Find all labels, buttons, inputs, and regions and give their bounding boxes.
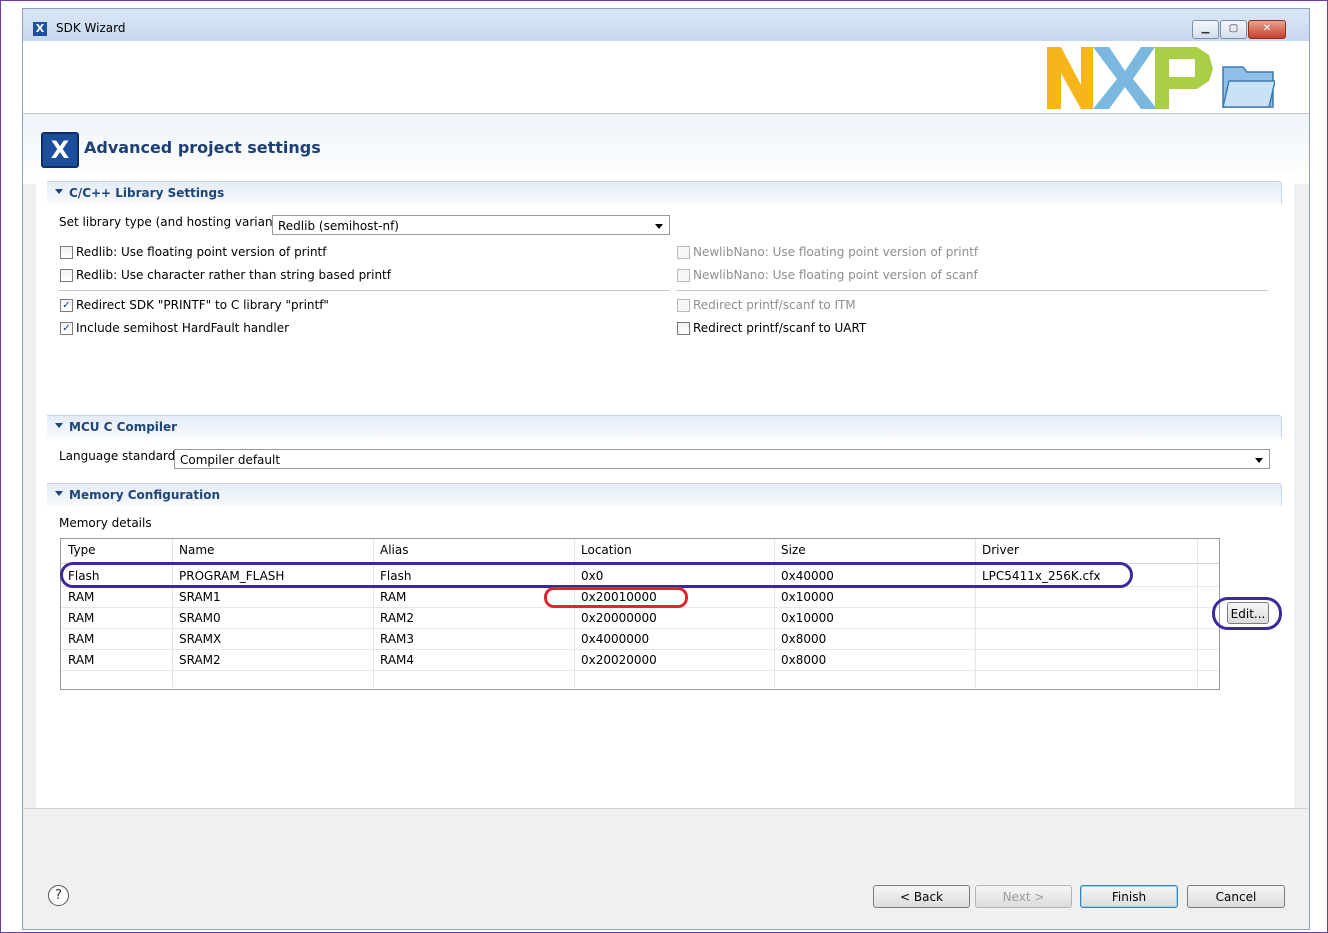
newlibnano-float-scanf-checkbox[interactable]: [677, 269, 690, 282]
memory-table: Type Name Alias Location Size Driver Fla…: [60, 538, 1220, 690]
library-type-select[interactable]: Redlib (semihost-nf): [272, 215, 670, 235]
column-header-name[interactable]: Name: [179, 543, 214, 557]
table-cell[interactable]: SRAM2: [179, 653, 221, 667]
redirect-itm-checkbox[interactable]: [677, 299, 690, 312]
library-section-header[interactable]: C/C++ Library Settings: [47, 181, 1282, 204]
redlib-char-printf-checkbox[interactable]: [60, 269, 73, 282]
separator: [59, 290, 669, 291]
table-cell[interactable]: 0x8000: [781, 653, 826, 667]
language-standard-select[interactable]: Compiler default: [174, 449, 1270, 469]
compiler-section-title: MCU C Compiler: [69, 420, 178, 434]
column-divider: [1197, 539, 1198, 687]
redirect-itm-label: Redirect printf/scanf to ITM: [693, 298, 856, 312]
table-cell[interactable]: RAM: [68, 590, 94, 604]
check-icon: ✓: [62, 300, 71, 311]
nxp-logo: [1047, 47, 1275, 109]
library-type-label: Set library type (and hosting variant): [59, 215, 282, 229]
table-cell[interactable]: RAM: [68, 632, 94, 646]
annotation-edit-button-highlight: [1212, 597, 1282, 630]
table-cell[interactable]: RAM: [68, 653, 94, 667]
window-title: SDK Wizard: [56, 21, 126, 35]
column-header-type[interactable]: Type: [68, 543, 96, 557]
column-header-driver[interactable]: Driver: [982, 543, 1019, 557]
close-button[interactable]: ✕: [1248, 20, 1286, 39]
redirect-uart-label: Redirect printf/scanf to UART: [693, 321, 867, 335]
memory-section-title: Memory Configuration: [69, 488, 221, 502]
app-icon: X: [33, 22, 47, 36]
memory-details-label: Memory details: [59, 516, 152, 530]
back-button[interactable]: < Back: [873, 885, 970, 908]
column-header-location[interactable]: Location: [581, 543, 632, 557]
row-divider: [61, 628, 1219, 629]
dropdown-arrow-icon: [1255, 458, 1263, 463]
table-cell[interactable]: 0x20000000: [581, 611, 657, 625]
newlibnano-float-printf-checkbox[interactable]: [677, 246, 690, 259]
table-cell[interactable]: RAM2: [380, 611, 414, 625]
library-section-title: C/C++ Library Settings: [69, 186, 225, 200]
help-icon[interactable]: ?: [48, 885, 69, 906]
table-cell[interactable]: RAM: [68, 611, 94, 625]
check-icon: ✓: [62, 323, 71, 334]
banner: [23, 41, 1309, 114]
table-cell[interactable]: SRAM0: [179, 611, 221, 625]
newlibnano-float-scanf-label: NewlibNano: Use floating point version o…: [693, 268, 978, 282]
table-cell[interactable]: 0x10000: [781, 590, 834, 604]
semihost-hardfault-checkbox[interactable]: ✓: [60, 322, 73, 335]
next-button[interactable]: Next >: [975, 885, 1072, 908]
column-header-alias[interactable]: Alias: [380, 543, 408, 557]
wizard-icon: X: [41, 132, 79, 168]
table-cell[interactable]: 0x4000000: [581, 632, 649, 646]
table-cell[interactable]: RAM: [380, 590, 406, 604]
memory-section-header[interactable]: Memory Configuration: [47, 483, 1282, 506]
title-bar: X SDK Wizard ▁ ▢ ✕: [23, 9, 1309, 41]
redirect-uart-checkbox[interactable]: [677, 322, 690, 335]
row-divider: [61, 670, 1219, 671]
table-cell[interactable]: SRAM1: [179, 590, 221, 604]
redlib-float-printf-checkbox[interactable]: [60, 246, 73, 259]
column-header-size[interactable]: Size: [781, 543, 806, 557]
footer-divider: [22, 808, 1308, 809]
redirect-sdk-printf-label: Redirect SDK "PRINTF" to C library "prin…: [76, 298, 329, 312]
row-divider: [61, 649, 1219, 650]
library-type-value: Redlib (semihost-nf): [278, 219, 399, 233]
compiler-section-header[interactable]: MCU C Compiler: [47, 415, 1282, 438]
maximize-button[interactable]: ▢: [1220, 20, 1247, 39]
page-title: Advanced project settings: [84, 138, 321, 157]
redlib-char-printf-label: Redlib: Use character rather than string…: [76, 268, 391, 282]
redirect-sdk-printf-checkbox[interactable]: ✓: [60, 299, 73, 312]
collapse-triangle-icon: [55, 491, 63, 496]
collapse-triangle-icon: [55, 189, 63, 194]
collapse-triangle-icon: [55, 423, 63, 428]
semihost-hardfault-label: Include semihost HardFault handler: [76, 321, 290, 335]
dropdown-arrow-icon: [655, 224, 663, 229]
redlib-float-printf-label: Redlib: Use floating point version of pr…: [76, 245, 327, 259]
separator: [676, 290, 1268, 291]
newlibnano-float-printf-label: NewlibNano: Use floating point version o…: [693, 245, 979, 259]
language-standard-value: Compiler default: [180, 453, 281, 467]
language-standard-label: Language standard: [59, 449, 176, 463]
table-cell[interactable]: 0x20020000: [581, 653, 657, 667]
annotation-flash-row-highlight: [60, 562, 1133, 588]
table-cell[interactable]: SRAMX: [179, 632, 221, 646]
cancel-button[interactable]: Cancel: [1187, 885, 1285, 908]
minimize-button[interactable]: ▁: [1192, 20, 1219, 39]
table-cell[interactable]: RAM3: [380, 632, 414, 646]
finish-button[interactable]: Finish: [1080, 885, 1178, 908]
table-cell[interactable]: 0x10000: [781, 611, 834, 625]
table-cell[interactable]: 0x8000: [781, 632, 826, 646]
annotation-location-highlight: [544, 587, 688, 608]
table-cell[interactable]: RAM4: [380, 653, 414, 667]
